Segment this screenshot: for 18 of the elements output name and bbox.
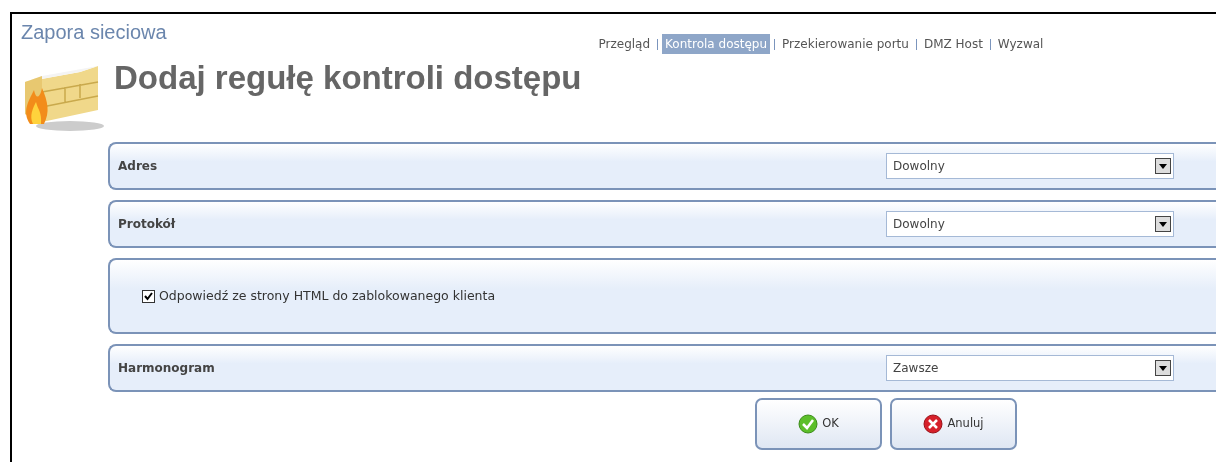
check-icon — [798, 414, 819, 434]
nav-tab[interactable]: DMZ Host — [920, 34, 986, 54]
close-icon — [923, 414, 944, 434]
page-heading: Dodaj regułę kontroli dostępu — [114, 58, 582, 98]
field-label: Adres — [117, 158, 159, 175]
checkbox-label: Odpowiedź ze strony HTML do zablokowanego klienta — [159, 286, 496, 305]
dropdown-field[interactable]: Dowolny — [886, 153, 1174, 179]
nav-tab[interactable]: Wyzwal — [994, 34, 1047, 54]
field-label: Harmonogram — [117, 360, 216, 377]
dropdown-field[interactable]: Dowolny — [886, 211, 1174, 237]
ok-button[interactable]: OK — [755, 398, 882, 450]
cancel-button[interactable]: Anuluj — [890, 398, 1017, 450]
dropdown-field[interactable]: Zawsze — [886, 355, 1174, 381]
section-title: Zapora sieciowa — [21, 20, 167, 44]
checkbox[interactable] — [142, 289, 155, 303]
nav-tab[interactable]: Przegląd — [595, 34, 654, 54]
nav-tab[interactable]: Przekierowanie portu — [779, 34, 912, 54]
field-label: Protokół — [117, 216, 177, 233]
